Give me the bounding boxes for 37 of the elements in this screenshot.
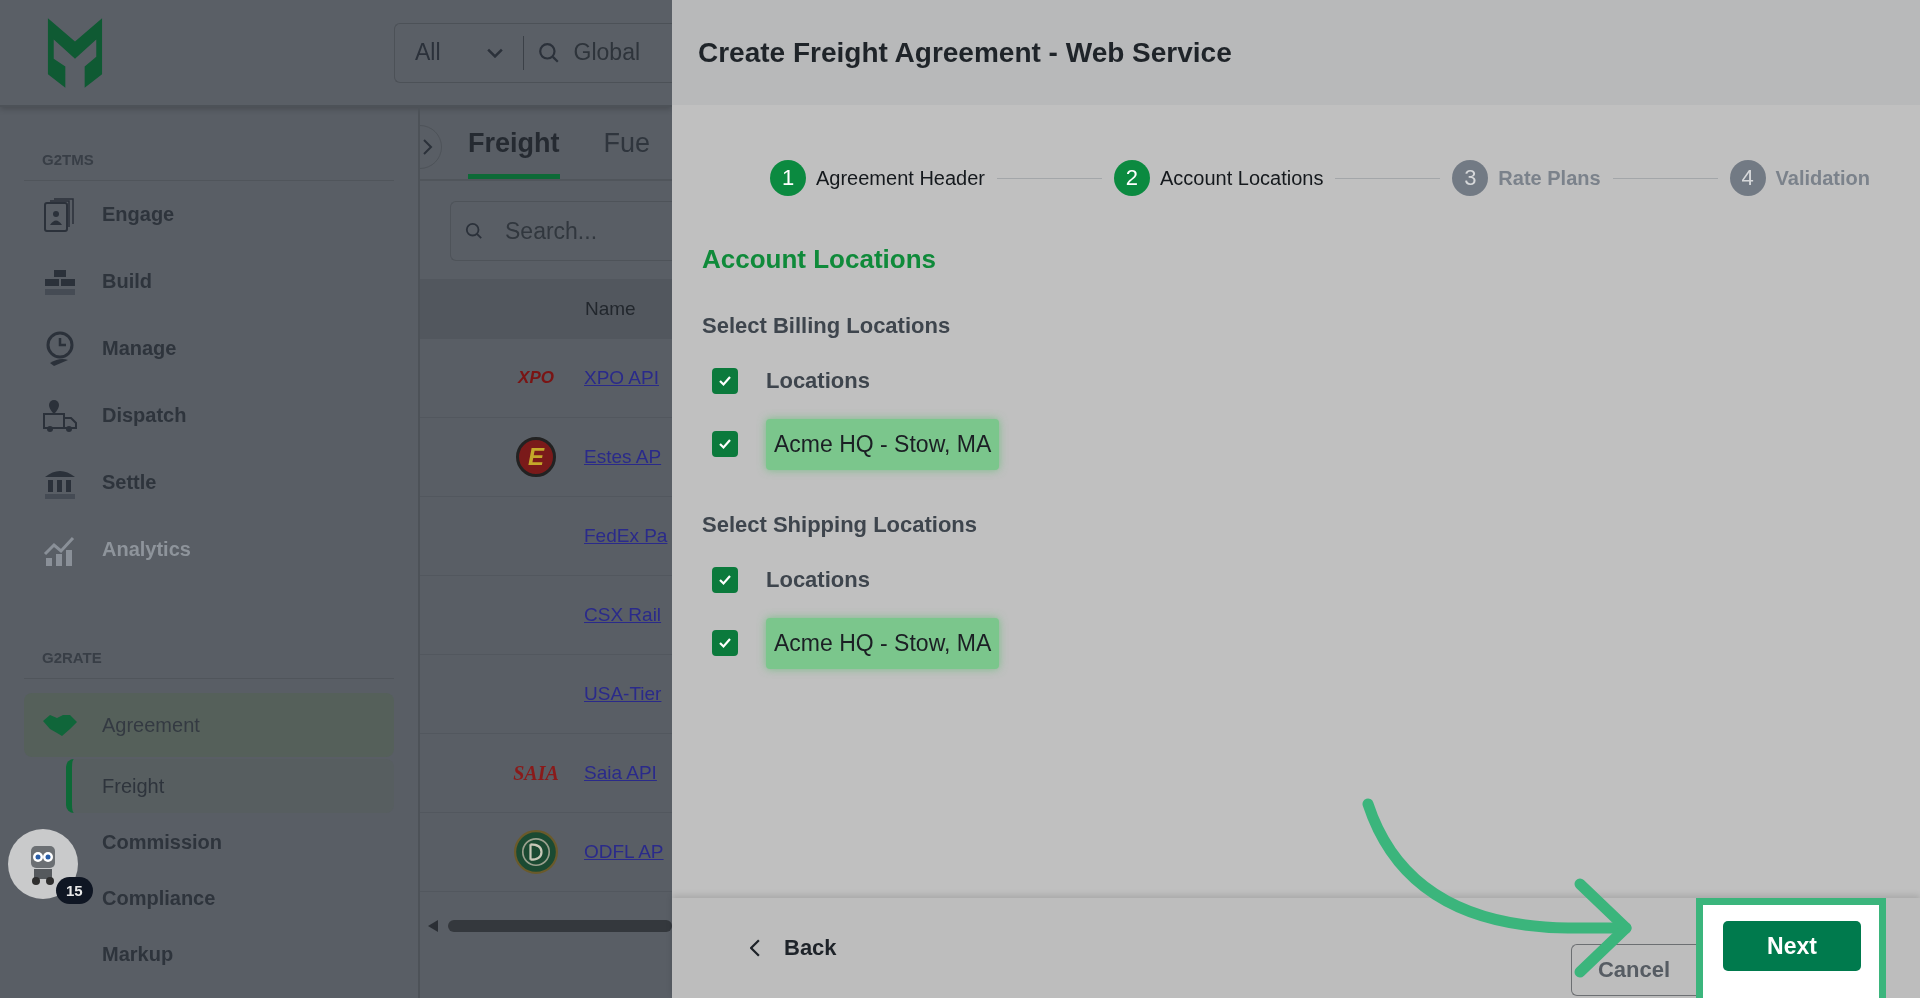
check-icon [718,637,732,649]
check-icon [718,375,732,387]
section-title: Account Locations [702,244,937,275]
check-icon [718,438,732,450]
group-title: Select Shipping Locations [702,512,979,538]
drawer-title: Create Freight Agreement - Web Service [698,36,1232,69]
chevron-down-icon [486,47,503,58]
chevron-left-icon [750,939,760,957]
search-icon [537,41,560,64]
checkbox[interactable] [712,630,738,656]
carrier-logo: SAIA [513,761,559,785]
step-label: Validation [1775,166,1870,190]
step-number: 4 [1729,160,1766,196]
step-number: 2 [1113,160,1150,196]
notification-badge: 15 [56,877,93,904]
group-title: Select Billing Locations [702,313,952,339]
step-label: Agreement Header [816,166,985,190]
step-number: 1 [770,160,806,196]
back-button[interactable]: Back [750,935,837,961]
location-chip: Acme HQ - Stow, MA [766,617,1000,669]
step-label: Account Locations [1159,166,1324,190]
carrier-logo: XPO [518,368,554,388]
checkbox[interactable] [712,368,738,394]
step-number: 3 [1452,160,1489,196]
checkbox[interactable] [712,567,738,593]
checkbox-label: Locations [766,368,870,394]
checkbox[interactable] [712,431,738,457]
carrier-logo: E [516,437,556,477]
check-icon [718,574,732,586]
step-label: Rate Plans [1498,166,1601,190]
truck-icon [42,397,78,434]
search-icon [465,222,483,240]
left-arrow-icon [428,920,438,932]
next-button[interactable]: Next [1723,921,1861,971]
checkbox-label: Locations [766,567,870,593]
location-chip: Acme HQ - Stow, MA [766,418,1000,470]
carrier-seal-icon [514,830,558,874]
